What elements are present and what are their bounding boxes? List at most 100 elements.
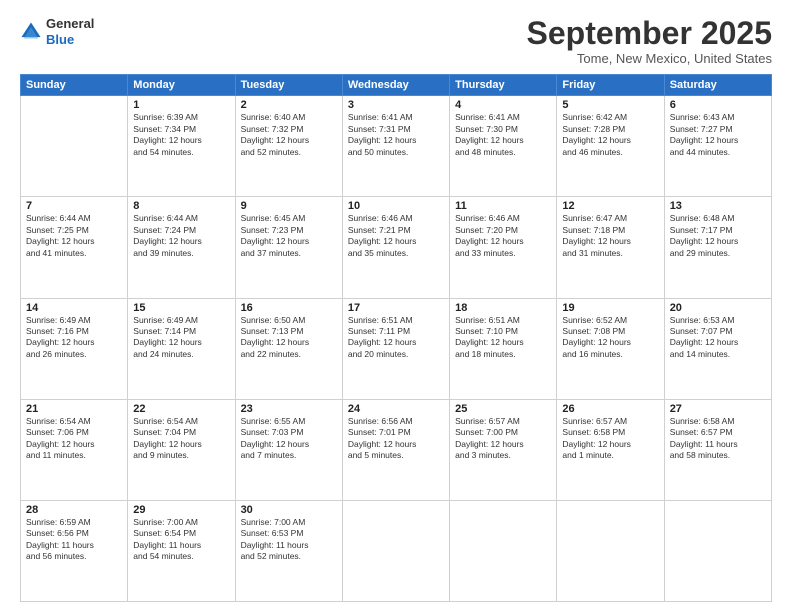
page: General Blue September 2025 Tome, New Me… <box>0 0 792 612</box>
day-info: Sunrise: 6:49 AM Sunset: 7:14 PM Dayligh… <box>133 315 229 361</box>
day-info: Sunrise: 6:56 AM Sunset: 7:01 PM Dayligh… <box>348 416 444 462</box>
day-number: 3 <box>348 99 444 111</box>
location: Tome, New Mexico, United States <box>527 51 772 66</box>
day-number: 5 <box>562 99 658 111</box>
calendar-cell: 25Sunrise: 6:57 AM Sunset: 7:00 PM Dayli… <box>450 399 557 500</box>
day-number: 8 <box>133 200 229 212</box>
day-info: Sunrise: 6:50 AM Sunset: 7:13 PM Dayligh… <box>241 315 337 361</box>
calendar-cell: 18Sunrise: 6:51 AM Sunset: 7:10 PM Dayli… <box>450 298 557 399</box>
day-info: Sunrise: 6:45 AM Sunset: 7:23 PM Dayligh… <box>241 213 337 259</box>
calendar-cell <box>21 96 128 197</box>
day-number: 12 <box>562 200 658 212</box>
calendar-cell: 10Sunrise: 6:46 AM Sunset: 7:21 PM Dayli… <box>342 197 449 298</box>
calendar-cell: 29Sunrise: 7:00 AM Sunset: 6:54 PM Dayli… <box>128 500 235 601</box>
calendar-cell: 17Sunrise: 6:51 AM Sunset: 7:11 PM Dayli… <box>342 298 449 399</box>
col-sunday: Sunday <box>21 75 128 96</box>
logo-blue: Blue <box>46 32 94 48</box>
day-number: 23 <box>241 403 337 415</box>
day-info: Sunrise: 6:51 AM Sunset: 7:11 PM Dayligh… <box>348 315 444 361</box>
day-number: 1 <box>133 99 229 111</box>
day-number: 25 <box>455 403 551 415</box>
logo-text: General Blue <box>46 16 94 47</box>
col-tuesday: Tuesday <box>235 75 342 96</box>
day-number: 6 <box>670 99 766 111</box>
day-number: 20 <box>670 302 766 314</box>
day-info: Sunrise: 7:00 AM Sunset: 6:53 PM Dayligh… <box>241 517 337 563</box>
title-block: September 2025 Tome, New Mexico, United … <box>527 16 772 66</box>
calendar-table: Sunday Monday Tuesday Wednesday Thursday… <box>20 74 772 602</box>
day-info: Sunrise: 6:54 AM Sunset: 7:04 PM Dayligh… <box>133 416 229 462</box>
calendar-cell <box>450 500 557 601</box>
calendar-week-row-3: 14Sunrise: 6:49 AM Sunset: 7:16 PM Dayli… <box>21 298 772 399</box>
day-info: Sunrise: 6:39 AM Sunset: 7:34 PM Dayligh… <box>133 112 229 158</box>
col-saturday: Saturday <box>664 75 771 96</box>
calendar-cell: 9Sunrise: 6:45 AM Sunset: 7:23 PM Daylig… <box>235 197 342 298</box>
logo-icon <box>20 21 42 43</box>
calendar-cell: 2Sunrise: 6:40 AM Sunset: 7:32 PM Daylig… <box>235 96 342 197</box>
calendar-cell: 27Sunrise: 6:58 AM Sunset: 6:57 PM Dayli… <box>664 399 771 500</box>
day-number: 16 <box>241 302 337 314</box>
day-info: Sunrise: 6:59 AM Sunset: 6:56 PM Dayligh… <box>26 517 122 563</box>
day-info: Sunrise: 6:53 AM Sunset: 7:07 PM Dayligh… <box>670 315 766 361</box>
calendar-cell: 7Sunrise: 6:44 AM Sunset: 7:25 PM Daylig… <box>21 197 128 298</box>
day-info: Sunrise: 6:41 AM Sunset: 7:30 PM Dayligh… <box>455 112 551 158</box>
calendar-cell: 5Sunrise: 6:42 AM Sunset: 7:28 PM Daylig… <box>557 96 664 197</box>
col-wednesday: Wednesday <box>342 75 449 96</box>
day-info: Sunrise: 6:41 AM Sunset: 7:31 PM Dayligh… <box>348 112 444 158</box>
day-number: 18 <box>455 302 551 314</box>
calendar-cell <box>664 500 771 601</box>
calendar-cell: 19Sunrise: 6:52 AM Sunset: 7:08 PM Dayli… <box>557 298 664 399</box>
calendar-cell: 24Sunrise: 6:56 AM Sunset: 7:01 PM Dayli… <box>342 399 449 500</box>
day-number: 4 <box>455 99 551 111</box>
calendar-week-row-5: 28Sunrise: 6:59 AM Sunset: 6:56 PM Dayli… <box>21 500 772 601</box>
day-info: Sunrise: 6:54 AM Sunset: 7:06 PM Dayligh… <box>26 416 122 462</box>
calendar-header-row: Sunday Monday Tuesday Wednesday Thursday… <box>21 75 772 96</box>
calendar-cell: 22Sunrise: 6:54 AM Sunset: 7:04 PM Dayli… <box>128 399 235 500</box>
calendar-cell: 21Sunrise: 6:54 AM Sunset: 7:06 PM Dayli… <box>21 399 128 500</box>
day-number: 27 <box>670 403 766 415</box>
calendar-cell: 6Sunrise: 6:43 AM Sunset: 7:27 PM Daylig… <box>664 96 771 197</box>
logo-general: General <box>46 16 94 32</box>
day-number: 11 <box>455 200 551 212</box>
day-info: Sunrise: 6:57 AM Sunset: 6:58 PM Dayligh… <box>562 416 658 462</box>
calendar-cell: 15Sunrise: 6:49 AM Sunset: 7:14 PM Dayli… <box>128 298 235 399</box>
day-info: Sunrise: 6:46 AM Sunset: 7:20 PM Dayligh… <box>455 213 551 259</box>
logo: General Blue <box>20 16 94 47</box>
day-number: 14 <box>26 302 122 314</box>
day-number: 24 <box>348 403 444 415</box>
day-number: 21 <box>26 403 122 415</box>
day-number: 22 <box>133 403 229 415</box>
day-number: 7 <box>26 200 122 212</box>
day-number: 9 <box>241 200 337 212</box>
calendar-cell: 26Sunrise: 6:57 AM Sunset: 6:58 PM Dayli… <box>557 399 664 500</box>
calendar-cell <box>557 500 664 601</box>
day-info: Sunrise: 6:49 AM Sunset: 7:16 PM Dayligh… <box>26 315 122 361</box>
header: General Blue September 2025 Tome, New Me… <box>20 16 772 66</box>
day-info: Sunrise: 6:46 AM Sunset: 7:21 PM Dayligh… <box>348 213 444 259</box>
day-info: Sunrise: 6:55 AM Sunset: 7:03 PM Dayligh… <box>241 416 337 462</box>
calendar-cell: 3Sunrise: 6:41 AM Sunset: 7:31 PM Daylig… <box>342 96 449 197</box>
day-info: Sunrise: 6:57 AM Sunset: 7:00 PM Dayligh… <box>455 416 551 462</box>
calendar-cell: 1Sunrise: 6:39 AM Sunset: 7:34 PM Daylig… <box>128 96 235 197</box>
day-number: 19 <box>562 302 658 314</box>
day-info: Sunrise: 6:52 AM Sunset: 7:08 PM Dayligh… <box>562 315 658 361</box>
day-number: 30 <box>241 504 337 516</box>
calendar-cell: 11Sunrise: 6:46 AM Sunset: 7:20 PM Dayli… <box>450 197 557 298</box>
col-monday: Monday <box>128 75 235 96</box>
col-thursday: Thursday <box>450 75 557 96</box>
calendar-week-row-4: 21Sunrise: 6:54 AM Sunset: 7:06 PM Dayli… <box>21 399 772 500</box>
calendar-cell: 16Sunrise: 6:50 AM Sunset: 7:13 PM Dayli… <box>235 298 342 399</box>
day-number: 26 <box>562 403 658 415</box>
calendar-week-row-2: 7Sunrise: 6:44 AM Sunset: 7:25 PM Daylig… <box>21 197 772 298</box>
calendar-cell: 13Sunrise: 6:48 AM Sunset: 7:17 PM Dayli… <box>664 197 771 298</box>
calendar-cell: 8Sunrise: 6:44 AM Sunset: 7:24 PM Daylig… <box>128 197 235 298</box>
month-title: September 2025 <box>527 16 772 51</box>
day-info: Sunrise: 6:42 AM Sunset: 7:28 PM Dayligh… <box>562 112 658 158</box>
calendar-cell <box>342 500 449 601</box>
day-info: Sunrise: 7:00 AM Sunset: 6:54 PM Dayligh… <box>133 517 229 563</box>
day-info: Sunrise: 6:40 AM Sunset: 7:32 PM Dayligh… <box>241 112 337 158</box>
calendar-cell: 14Sunrise: 6:49 AM Sunset: 7:16 PM Dayli… <box>21 298 128 399</box>
calendar-cell: 4Sunrise: 6:41 AM Sunset: 7:30 PM Daylig… <box>450 96 557 197</box>
col-friday: Friday <box>557 75 664 96</box>
calendar-cell: 20Sunrise: 6:53 AM Sunset: 7:07 PM Dayli… <box>664 298 771 399</box>
